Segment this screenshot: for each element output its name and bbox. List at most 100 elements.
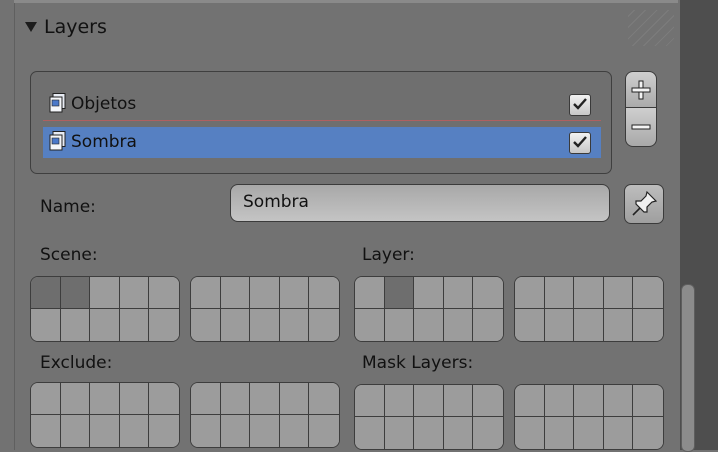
layer-toggle-cell[interactable] [515, 417, 545, 449]
layer-toggle-cell[interactable] [574, 417, 604, 449]
layer-toggle-cell[interactable] [355, 417, 385, 449]
layer-toggle-cell[interactable] [633, 277, 663, 309]
layer-toggle-cell[interactable] [250, 277, 280, 309]
layer-toggle-cell[interactable] [443, 277, 474, 309]
layer-toggle-cell[interactable] [250, 383, 280, 415]
layer-toggle-cell[interactable] [31, 383, 61, 415]
layer-toggle-cell[interactable] [414, 417, 444, 449]
layer-toggle-cell[interactable] [515, 277, 545, 309]
layer-toggle-cell[interactable] [574, 385, 604, 417]
layer-toggle-cell[interactable] [149, 383, 179, 415]
remove-layer-button[interactable] [625, 107, 657, 147]
exclude-layers-grid-right [190, 382, 340, 448]
layer-toggle-cell[interactable] [414, 309, 444, 341]
layer-toggle-cell[interactable] [443, 309, 474, 341]
pin-button[interactable] [624, 184, 664, 224]
layer-toggle-cell[interactable] [31, 277, 61, 309]
layer-toggle-cell[interactable] [119, 309, 150, 341]
add-layer-button[interactable] [625, 71, 657, 109]
layer-toggle-cell[interactable] [603, 309, 634, 341]
scrollbar-thumb[interactable] [681, 284, 695, 452]
layer-toggle-cell[interactable] [90, 415, 120, 447]
layer-toggle-cell[interactable] [574, 277, 604, 309]
layer-toggle-cell[interactable] [309, 415, 339, 447]
layer-toggle-cell[interactable] [119, 277, 150, 309]
layer-name-field[interactable]: Sombra [230, 184, 610, 222]
layer-toggle-cell[interactable] [473, 385, 503, 417]
layer-toggle-cell[interactable] [220, 277, 251, 309]
layer-toggle-cell[interactable] [309, 309, 339, 341]
layer-toggle-cell[interactable] [443, 417, 474, 449]
list-item-sombra[interactable]: Sombra [43, 127, 601, 158]
layer-toggle-cell[interactable] [279, 415, 310, 447]
panel-top-border [14, 0, 678, 3]
layer-toggle-cell[interactable] [60, 383, 91, 415]
layer-toggle-cell[interactable] [544, 309, 575, 341]
layer-toggle-cell[interactable] [90, 277, 120, 309]
panel-title[interactable]: Layers [44, 16, 107, 38]
layer-toggle-cell[interactable] [31, 309, 61, 341]
layer-toggle-cell[interactable] [544, 385, 575, 417]
layer-toggle-cell[interactable] [355, 277, 385, 309]
layer-toggle-cell[interactable] [191, 277, 221, 309]
drag-grip-icon[interactable] [628, 10, 674, 46]
layer-toggle-cell[interactable] [220, 309, 251, 341]
render-layer-icon [49, 93, 66, 113]
layer-toggle-cell[interactable] [544, 277, 575, 309]
layer-toggle-cell[interactable] [384, 277, 415, 309]
layer-name: Objetos [71, 94, 137, 114]
layer-toggle-cell[interactable] [515, 309, 545, 341]
layer-toggle-cell[interactable] [119, 415, 150, 447]
layer-toggle-cell[interactable] [414, 277, 444, 309]
layer-toggle-cell[interactable] [90, 309, 120, 341]
layer-toggle-cell[interactable] [250, 415, 280, 447]
layer-toggle-cell[interactable] [384, 417, 415, 449]
layer-toggle-cell[interactable] [119, 383, 150, 415]
plus-icon [631, 80, 651, 100]
layer-toggle-cell[interactable] [309, 277, 339, 309]
name-label: Name: [40, 197, 96, 217]
layer-toggle-cell[interactable] [633, 417, 663, 449]
layer-toggle-cell[interactable] [603, 277, 634, 309]
layer-toggle-cell[interactable] [60, 309, 91, 341]
layer-toggle-cell[interactable] [191, 383, 221, 415]
layer-toggle-cell[interactable] [384, 309, 415, 341]
scene-layers-grid-right [190, 276, 340, 342]
layer-toggle-cell[interactable] [279, 383, 310, 415]
layer-toggle-cell[interactable] [220, 415, 251, 447]
layer-toggle-cell[interactable] [250, 309, 280, 341]
list-item-objetos[interactable]: Objetos [43, 89, 601, 121]
layer-toggle-cell[interactable] [149, 309, 179, 341]
layer-toggle-cell[interactable] [355, 309, 385, 341]
layer-toggle-cell[interactable] [149, 277, 179, 309]
layer-toggle-cell[interactable] [279, 309, 310, 341]
layer-toggle-cell[interactable] [633, 385, 663, 417]
layer-toggle-cell[interactable] [544, 417, 575, 449]
layer-toggle-cell[interactable] [633, 309, 663, 341]
layer-toggle-cell[interactable] [355, 385, 385, 417]
layer-toggle-cell[interactable] [90, 383, 120, 415]
layer-toggle-cell[interactable] [60, 415, 91, 447]
layer-toggle-cell[interactable] [31, 415, 61, 447]
layer-toggle-cell[interactable] [473, 417, 503, 449]
layer-toggle-cell[interactable] [60, 277, 91, 309]
layer-toggle-cell[interactable] [149, 415, 179, 447]
layer-toggle-cell[interactable] [443, 385, 474, 417]
layer-toggle-cell[interactable] [384, 385, 415, 417]
layer-toggle-cell[interactable] [603, 385, 634, 417]
layer-toggle-cell[interactable] [603, 417, 634, 449]
exclude-label: Exclude: [40, 353, 113, 373]
layer-toggle-cell[interactable] [515, 385, 545, 417]
layer-enabled-checkbox[interactable] [569, 132, 591, 154]
layer-toggle-cell[interactable] [473, 277, 503, 309]
layer-toggle-cell[interactable] [473, 309, 503, 341]
layer-toggle-cell[interactable] [309, 383, 339, 415]
collapse-triangle-icon[interactable] [25, 22, 37, 32]
layer-toggle-cell[interactable] [414, 385, 444, 417]
layer-enabled-checkbox[interactable] [569, 94, 591, 116]
layer-toggle-cell[interactable] [279, 277, 310, 309]
layer-toggle-cell[interactable] [574, 309, 604, 341]
layer-toggle-cell[interactable] [220, 383, 251, 415]
layer-toggle-cell[interactable] [191, 415, 221, 447]
layer-toggle-cell[interactable] [191, 309, 221, 341]
